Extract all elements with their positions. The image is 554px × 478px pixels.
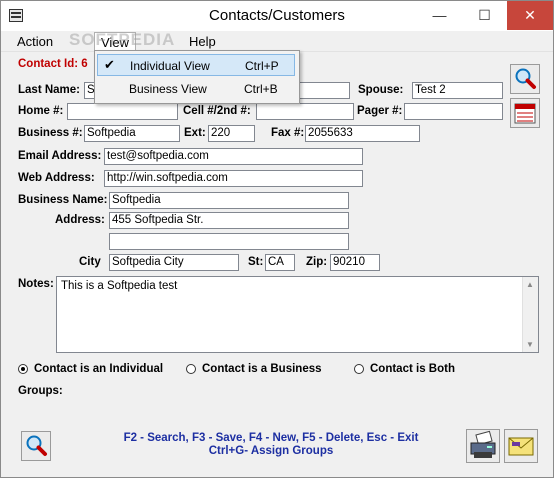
email-label: Email Address: xyxy=(18,150,102,162)
business-phone-label: Business #: xyxy=(18,127,83,139)
address-label: Address: xyxy=(55,214,105,226)
contacts-window: Contacts/Customers — ☐ ✕ Action View Hel… xyxy=(0,0,554,478)
menu-item-business-view[interactable]: Business View Ctrl+B xyxy=(97,78,295,100)
scroll-up-icon[interactable]: ▲ xyxy=(526,280,534,289)
radio-business-label: Contact is a Business xyxy=(202,363,322,375)
state-field[interactable]: CA xyxy=(265,254,295,271)
menu-item-individual-view[interactable]: ✔ Individual View Ctrl+P xyxy=(97,54,295,76)
radio-business[interactable] xyxy=(186,364,196,374)
business-name-field[interactable]: Softpedia xyxy=(109,192,349,209)
checkmark-icon: ✔ xyxy=(104,57,115,72)
web-field[interactable]: http://win.softpedia.com xyxy=(104,170,363,187)
radio-individual[interactable] xyxy=(18,364,28,374)
menu-action[interactable]: Action xyxy=(17,34,53,49)
zip-label: Zip: xyxy=(306,256,328,268)
magnifier-icon xyxy=(26,435,47,456)
magnifier-icon xyxy=(515,68,536,89)
close-button[interactable]: ✕ xyxy=(507,1,553,30)
email-button[interactable] xyxy=(504,429,538,463)
assign-groups-hint: Ctrl+G- Assign Groups xyxy=(208,445,334,457)
spouse-label: Spouse: xyxy=(358,84,404,96)
search-top-button[interactable] xyxy=(510,64,540,94)
printer-icon xyxy=(470,430,496,458)
envelope-icon xyxy=(508,437,534,456)
title-bar: Contacts/Customers — ☐ ✕ xyxy=(1,1,553,31)
web-label: Web Address: xyxy=(18,172,95,184)
fax-field[interactable]: 2055633 xyxy=(305,125,420,142)
home-phone-field[interactable] xyxy=(67,103,178,120)
radio-both[interactable] xyxy=(354,364,364,374)
spouse-field[interactable]: Test 2 xyxy=(412,82,503,99)
home-phone-label: Home #: xyxy=(18,105,64,117)
business-view-label: Business View xyxy=(129,82,207,96)
city-field[interactable]: Softpedia City xyxy=(109,254,239,271)
notes-label: Notes: xyxy=(18,278,54,290)
business-phone-field[interactable]: Softpedia xyxy=(84,125,180,142)
view-menu-dropdown: ✔ Individual View Ctrl+P Business View C… xyxy=(94,50,300,104)
notes-text: This is a Softpedia test xyxy=(61,280,178,292)
pager-label: Pager #: xyxy=(357,105,403,117)
address-line1-field[interactable]: 455 Softpedia Str. xyxy=(109,212,349,229)
notes-textarea[interactable]: This is a Softpedia test ▲ ▼ xyxy=(56,276,539,353)
ext-field[interactable]: 220 xyxy=(208,125,255,142)
individual-view-label: Individual View xyxy=(130,59,210,73)
email-field[interactable]: test@softpedia.com xyxy=(104,148,363,165)
notes-scrollbar[interactable]: ▲ ▼ xyxy=(522,277,538,352)
state-label: St: xyxy=(248,256,264,268)
maximize-button[interactable]: ☐ xyxy=(462,1,507,30)
radio-individual-label: Contact is an Individual xyxy=(34,363,164,375)
cell-phone-label: Cell #/2nd #: xyxy=(183,105,251,117)
calendar-button[interactable] xyxy=(510,98,540,128)
business-name-label: Business Name: xyxy=(18,194,108,206)
cell-phone-field[interactable] xyxy=(256,103,354,120)
search-bottom-button[interactable] xyxy=(21,431,51,461)
last-name-label: Last Name: xyxy=(18,84,80,96)
minimize-button[interactable]: — xyxy=(417,1,462,30)
city-label: City xyxy=(79,256,101,268)
ext-label: Ext: xyxy=(184,127,206,139)
fax-label: Fax #: xyxy=(271,127,305,139)
pager-field[interactable] xyxy=(404,103,503,120)
scroll-down-icon[interactable]: ▼ xyxy=(526,340,534,349)
business-view-shortcut: Ctrl+B xyxy=(244,82,278,96)
shortcut-hints: F2 - Search, F3 - Save, F4 - New, F5 - D… xyxy=(123,432,419,444)
address-line2-field[interactable] xyxy=(109,233,349,250)
zip-field[interactable]: 90210 xyxy=(330,254,380,271)
contact-id-label: Contact Id: 6 xyxy=(18,58,88,70)
calendar-icon xyxy=(514,103,536,124)
individual-view-shortcut: Ctrl+P xyxy=(245,59,279,73)
menu-help[interactable]: Help xyxy=(189,34,216,49)
radio-both-label: Contact is Both xyxy=(370,363,455,375)
print-button[interactable] xyxy=(466,429,500,463)
groups-label: Groups: xyxy=(18,385,63,397)
softpedia-watermark: SOFTPEDIA xyxy=(69,30,176,49)
